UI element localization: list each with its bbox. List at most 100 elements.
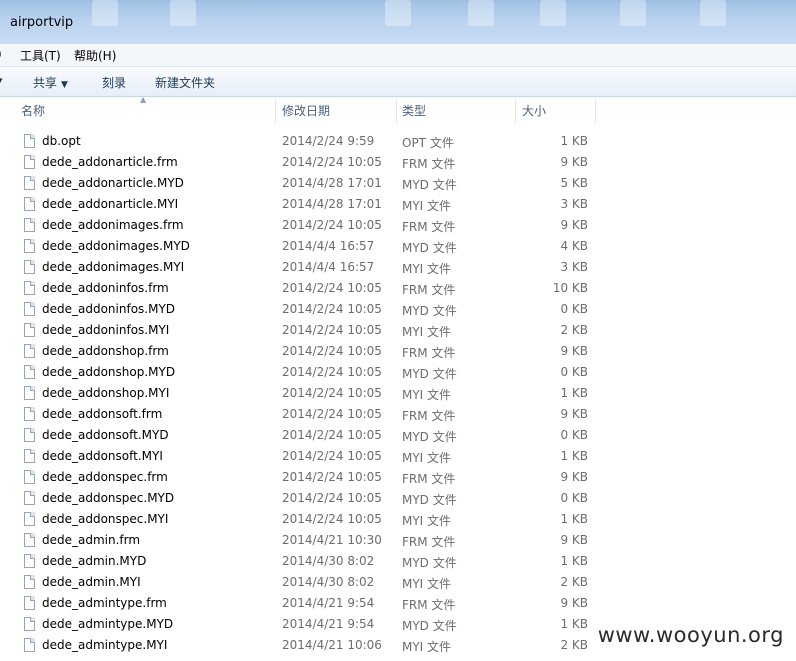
file-size: 4 KB <box>560 239 588 253</box>
file-row[interactable]: dede_admintype.frm 2014/4/21 9:54 FRM 文件 9 … <box>0 593 796 614</box>
desktop-icon <box>620 0 646 26</box>
file-icon <box>24 218 35 232</box>
file-row[interactable]: dede_addoninfos.MYI 2014/2/24 10:05 MYI 文件… <box>0 320 796 341</box>
file-row[interactable]: dede_addonspec.MYD 2014/2/24 10:05 MYD 文件 0… <box>0 488 796 509</box>
file-date: 2014/4/30 8:02 <box>282 554 375 568</box>
burn-button[interactable]: 刻录 <box>102 74 126 91</box>
file-row[interactable]: dede_admin.frm 2014/4/21 10:30 FRM 文件 9 KB <box>0 530 796 551</box>
file-row[interactable]: dede_addonimages.MYI 2014/4/4 16:57 MYI 文件… <box>0 257 796 278</box>
file-icon <box>24 596 35 610</box>
file-date: 2014/4/21 10:06 <box>282 638 382 652</box>
file-icon <box>24 512 35 526</box>
menu-help[interactable]: 帮助(H) <box>74 47 116 64</box>
file-date: 2014/2/24 10:05 <box>282 155 382 169</box>
file-size: 3 KB <box>560 260 588 274</box>
file-name: dede_admintype.frm <box>42 596 167 610</box>
file-icon <box>24 617 35 631</box>
file-name: dede_addoninfos.frm <box>42 281 169 295</box>
file-name: dede_addonarticle.MYI <box>42 197 179 211</box>
file-type: MYD 文件 <box>402 556 457 570</box>
file-row[interactable]: dede_addonarticle.MYD 2014/4/28 17:01 MYD … <box>0 173 796 194</box>
column-type[interactable]: 类型 <box>398 97 514 125</box>
desktop-icons-strip <box>0 0 796 44</box>
column-name[interactable]: 名称 <box>17 97 275 125</box>
chevron-down-icon[interactable]: ▾ <box>0 76 3 86</box>
file-icon <box>24 533 35 547</box>
share-label: 共享 <box>33 76 58 90</box>
desktop-icon <box>540 0 566 26</box>
file-name: dede_admintype.MYD <box>42 617 174 631</box>
column-divider[interactable] <box>275 99 276 123</box>
file-date: 2014/4/21 9:54 <box>282 596 375 610</box>
file-size: 9 KB <box>560 407 588 421</box>
file-date: 2014/4/21 9:54 <box>282 617 375 631</box>
file-size: 3 KB <box>560 197 588 211</box>
file-size: 1 KB <box>560 512 588 526</box>
file-icon <box>24 239 35 253</box>
file-row[interactable]: dede_addonsoft.MYI 2014/2/24 10:05 MYI 文件 1… <box>0 446 796 467</box>
file-row[interactable]: dede_addonshop.frm 2014/2/24 10:05 FRM 文件 9… <box>0 341 796 362</box>
file-icon <box>24 491 35 505</box>
file-type: FRM 文件 <box>402 283 456 297</box>
file-name: dede_addonshop.frm <box>42 344 169 358</box>
file-type: MYI 文件 <box>402 451 452 465</box>
file-row[interactable]: dede_addonimages.MYD 2014/4/4 16:57 MYD 文件… <box>0 236 796 257</box>
column-size[interactable]: 大小 <box>518 97 594 125</box>
menu-tools[interactable]: 工具(T) <box>20 47 61 64</box>
file-icon <box>24 638 35 652</box>
file-icon <box>24 176 35 190</box>
file-row[interactable]: dede_addonshop.MYI 2014/2/24 10:05 MYI 文件 1… <box>0 383 796 404</box>
column-divider[interactable] <box>515 99 516 123</box>
file-name: dede_addonsoft.MYI <box>42 449 163 463</box>
file-date: 2014/2/24 10:05 <box>282 218 382 232</box>
file-icon <box>24 575 35 589</box>
column-divider[interactable] <box>396 99 397 123</box>
file-type: FRM 文件 <box>402 346 456 360</box>
file-date: 2014/2/24 10:05 <box>282 512 382 526</box>
file-size: 10 KB <box>552 281 588 295</box>
desktop-icon <box>92 0 118 26</box>
file-type: MYD 文件 <box>402 304 457 318</box>
file-row[interactable]: dede_addoninfos.frm 2014/2/24 10:05 FRM 文件… <box>0 278 796 299</box>
file-row[interactable]: dede_addonsoft.frm 2014/2/24 10:05 FRM 文件 9… <box>0 404 796 425</box>
file-row[interactable]: db.opt 2014/2/24 9:59 OPT 文件 1 KB <box>0 131 796 152</box>
file-row[interactable]: dede_addonspec.frm 2014/2/24 10:05 FRM 文件 9… <box>0 467 796 488</box>
file-row[interactable]: dede_addonimages.frm 2014/2/24 10:05 FRM 文… <box>0 215 796 236</box>
file-type: FRM 文件 <box>402 157 456 171</box>
column-date[interactable]: 修改日期 <box>278 97 396 125</box>
file-row[interactable]: dede_addoninfos.MYD 2014/2/24 10:05 MYD 文件… <box>0 299 796 320</box>
file-row[interactable]: dede_addonarticle.MYI 2014/4/28 17:01 MYI … <box>0 194 796 215</box>
file-size: 9 KB <box>560 218 588 232</box>
column-divider[interactable] <box>595 99 596 123</box>
file-icon <box>24 281 35 295</box>
file-icon <box>24 197 35 211</box>
file-name: dede_addonsoft.frm <box>42 407 163 421</box>
file-row[interactable]: dede_addonshop.MYD 2014/2/24 10:05 MYD 文件 0… <box>0 362 796 383</box>
file-size: 2 KB <box>560 323 588 337</box>
file-name: dede_admin.MYI <box>42 575 141 589</box>
file-name: dede_admin.frm <box>42 533 141 547</box>
new-folder-button[interactable]: 新建文件夹 <box>155 74 215 91</box>
file-size: 1 KB <box>560 554 588 568</box>
file-icon <box>24 449 35 463</box>
file-row[interactable]: dede_addonsoft.MYD 2014/2/24 10:05 MYD 文件 0… <box>0 425 796 446</box>
file-size: 9 KB <box>560 533 588 547</box>
file-size: 9 KB <box>560 344 588 358</box>
desktop-icon <box>170 0 196 26</box>
file-type: FRM 文件 <box>402 220 456 234</box>
file-size: 1 KB <box>560 134 588 148</box>
file-row[interactable]: dede_addonarticle.frm 2014/2/24 10:05 FRM … <box>0 152 796 173</box>
file-icon <box>24 407 35 421</box>
file-name: dede_addonspec.MYI <box>42 512 169 526</box>
file-size: 0 KB <box>560 491 588 505</box>
file-row[interactable]: dede_addonspec.MYI 2014/2/24 10:05 MYI 文件 1… <box>0 509 796 530</box>
file-date: 2014/4/4 16:57 <box>282 239 375 253</box>
file-date: 2014/2/24 10:05 <box>282 302 382 316</box>
file-date: 2014/4/4 16:57 <box>282 260 375 274</box>
file-row[interactable]: dede_admin.MYI 2014/4/30 8:02 MYI 文件 2 KB <box>0 572 796 593</box>
share-button[interactable]: 共享 ▼ <box>33 74 68 91</box>
file-type: MYD 文件 <box>402 367 457 381</box>
file-row[interactable]: dede_admin.MYD 2014/4/30 8:02 MYD 文件 1 KB <box>0 551 796 572</box>
file-date: 2014/2/24 10:05 <box>282 281 382 295</box>
file-date: 2014/2/24 10:05 <box>282 323 382 337</box>
